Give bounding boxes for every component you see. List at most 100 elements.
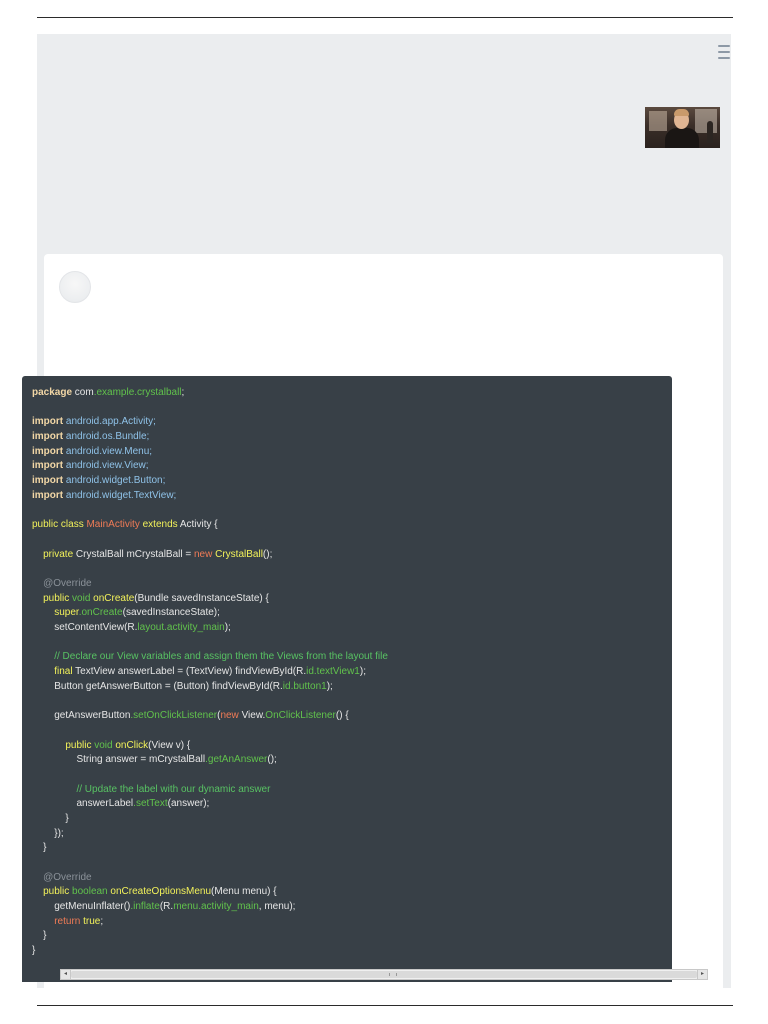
code-token: ; <box>181 387 185 398</box>
code-line: import android.os.Bundle; <box>32 430 672 445</box>
code-token: , menu); <box>258 901 296 913</box>
code-token: android.app.Activity; <box>63 416 156 428</box>
code-token: id.button1 <box>282 680 327 692</box>
scroll-right-arrow-icon[interactable]: ▸ <box>697 970 707 979</box>
code-token: true <box>83 915 101 927</box>
code-token: CrystalBall <box>215 548 263 560</box>
code-token: final <box>32 666 76 678</box>
code-token: TextView answerLabel = (TextView) findVi… <box>75 666 307 678</box>
code-line: public void onCreate(Bundle savedInstanc… <box>32 592 672 607</box>
presenter-video-thumbnail[interactable] <box>645 107 720 148</box>
code-token: public <box>32 739 95 751</box>
code-token: .inflate <box>130 901 160 913</box>
code-token: (answer); <box>167 798 210 810</box>
code-token: onCreateOptionsMenu <box>110 886 212 898</box>
code-token: .setText <box>133 798 168 810</box>
code-line: @Override <box>32 871 672 886</box>
code-token: return <box>32 915 84 927</box>
code-line: setContentView(R.layout.activity_main); <box>32 621 672 636</box>
code-token: import <box>32 431 64 443</box>
code-token: import <box>32 445 64 457</box>
code-token: (View v) { <box>148 739 191 751</box>
scroll-left-arrow-icon[interactable]: ◂ <box>61 970 71 979</box>
code-token: (); <box>262 548 273 560</box>
code-token: // Declare our View variables and assign… <box>32 651 388 663</box>
thumbnail-background-window <box>695 109 717 133</box>
code-token: package <box>32 387 73 398</box>
code-line: // Declare our View variables and assign… <box>32 650 672 665</box>
code-token: super <box>32 607 79 619</box>
bottom-divider <box>37 1005 733 1006</box>
thumbnail-presenter-body <box>665 128 699 148</box>
code-token: .setOnClickListener <box>130 710 218 722</box>
code-line: import android.widget.Button; <box>32 474 672 489</box>
hamburger-menu-icon[interactable] <box>718 45 730 59</box>
code-token: com <box>72 387 94 398</box>
code-line: // Update the label with our dynamic ans… <box>32 783 672 798</box>
code-token: private <box>32 548 76 560</box>
code-token: android.widget.TextView; <box>63 489 177 501</box>
code-line: } <box>32 812 672 827</box>
code-token: import <box>32 489 64 501</box>
code-token: getMenuInflater() <box>32 901 131 913</box>
code-token: }); <box>32 827 64 839</box>
code-line: public boolean onCreateOptionsMenu(Menu … <box>32 885 672 900</box>
code-token: .getAnAnswer <box>205 754 268 766</box>
code-token: @Override <box>32 577 92 589</box>
code-token: answerLabel <box>32 798 134 810</box>
code-token: void <box>72 592 94 604</box>
code-token: import <box>32 475 64 487</box>
user-avatar[interactable] <box>59 271 91 303</box>
code-token: layout.activity_main <box>137 622 225 633</box>
code-line: super.onCreate(savedInstanceState); <box>32 606 672 621</box>
code-line: import android.app.Activity; <box>32 415 672 430</box>
code-token: android.os.Bundle; <box>63 431 150 443</box>
code-token: // Update the label with our dynamic ans… <box>32 783 271 795</box>
code-token: Activity { <box>179 519 218 531</box>
code-token: void <box>94 739 116 751</box>
thumbnail-background-window <box>649 111 667 131</box>
code-token: String answer = mCrystalBall <box>32 754 206 766</box>
code-line: public void onClick(View v) { <box>32 739 672 754</box>
code-line: import android.view.Menu; <box>32 445 672 460</box>
scrollbar-thumb[interactable] <box>71 971 697 978</box>
code-token: } <box>32 930 47 942</box>
code-token: OnClickListener <box>265 710 336 722</box>
code-token: onCreate <box>93 592 135 604</box>
code-line: import android.view.View; <box>32 459 672 474</box>
code-token: (Menu menu) { <box>211 886 277 898</box>
code-line: private CrystalBall mCrystalBall = new C… <box>32 548 672 563</box>
code-token: public <box>32 886 73 898</box>
code-token: public class <box>32 519 87 531</box>
code-line: @Override <box>32 577 672 592</box>
code-line: getAnswerButton.setOnClickListener(new V… <box>32 709 672 724</box>
code-line: public class MainActivity extends Activi… <box>32 518 672 533</box>
code-horizontal-scrollbar[interactable]: ◂ ▸ <box>60 969 708 980</box>
code-token: import <box>32 460 64 472</box>
code-token: MainActivity <box>86 519 140 531</box>
thumbnail-background-person <box>707 121 713 143</box>
code-token: ); <box>359 666 366 678</box>
code-line: getMenuInflater().inflate(R.menu.activit… <box>32 900 672 915</box>
code-line: final TextView answerLabel = (TextView) … <box>32 665 672 680</box>
code-token: } <box>32 945 36 957</box>
code-line: String answer = mCrystalBall.getAnAnswer… <box>32 753 672 768</box>
code-line: } <box>32 944 672 959</box>
code-token: .example.crystalball <box>93 387 182 398</box>
code-token: ; <box>100 915 104 927</box>
code-line: answerLabel.setText(answer); <box>32 797 672 812</box>
top-divider <box>37 17 733 18</box>
code-token: @Override <box>32 871 92 883</box>
code-token: extends <box>139 519 180 531</box>
code-token: getAnswerButton <box>32 710 131 722</box>
code-listing: package com.example.crystalball; import … <box>22 376 672 959</box>
code-line: }); <box>32 827 672 842</box>
